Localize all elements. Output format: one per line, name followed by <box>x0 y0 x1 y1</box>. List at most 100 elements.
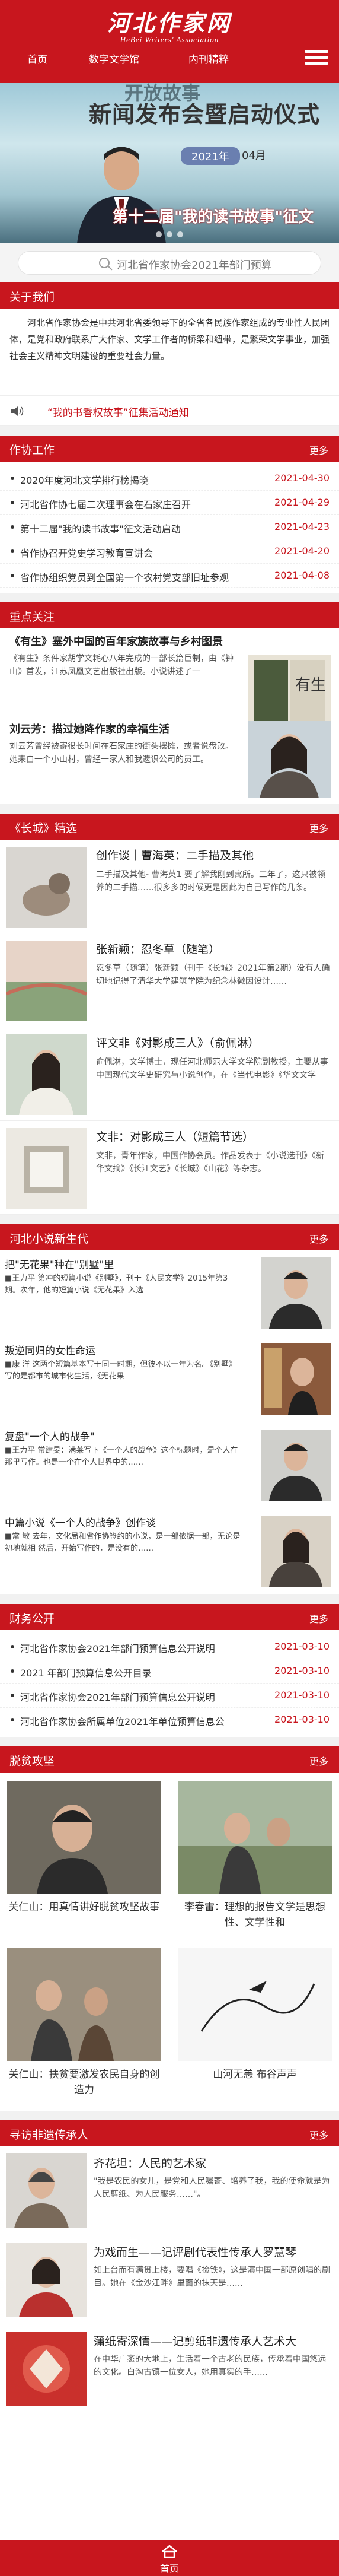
section-changcheng-header: 《长城》精选 更多 <box>0 814 339 840</box>
more-link[interactable]: 更多 <box>309 443 328 457</box>
section-title: 寻访非遗传承人 <box>9 2129 89 2142</box>
list-item[interactable]: 省作协召开党史学习教育宣讲会 2021-04-20 <box>0 539 339 564</box>
section-title: 作协工作 <box>9 444 55 457</box>
author-photo <box>261 1343 331 1415</box>
list-item-date: 2021-04-29 <box>274 497 330 508</box>
article-card[interactable]: 创作谈｜曹海英：二手描及其他 二手描及其他- 曹海英1 要了解我刚到寓所。三年了… <box>0 840 339 933</box>
article-image <box>7 1781 161 1894</box>
list-item[interactable]: 2020年度河北文学排行榜揭晓 2021-04-30 <box>0 466 339 491</box>
article-card[interactable]: 齐花坦：人民的艺术家 "我是农民的女儿，是党和人民嘱寄、培养了我，我的使命就是为… <box>0 2146 339 2235</box>
article-card[interactable]: 复盘"一个人的战争" ■王力平 常建旻：满莱写下《一个人的战争》这个标题时，是个… <box>0 1422 339 1508</box>
more-link[interactable]: 更多 <box>309 1611 328 1625</box>
section-about-header: 关于我们 <box>0 282 339 309</box>
list-item-date: 2021-04-08 <box>274 570 330 581</box>
grid-item[interactable]: 关仁山：扶贫要激发农民自身的创造力 <box>7 1948 161 2098</box>
section-title: 河北小说新生代 <box>9 1233 89 1246</box>
list-item[interactable]: 河北省作家协会所属单位2021年单位预算信息公 2021-03-10 <box>0 1708 339 1732</box>
more-link[interactable]: 更多 <box>309 1231 328 1246</box>
article-card[interactable]: 评文非《对影成三人》（俞佩淋） 俞佩淋，文学博士，现任河北师范大学文学院副教授，… <box>0 1027 339 1121</box>
top-header: 河北作家网 HeBei Writers' Association 首页 数字文学… <box>0 0 339 83</box>
article-card[interactable]: 叛逆同归的女性命运 ■康 洋 这两个短篇基本写于同一时期，但彼不以一年为名。《别… <box>0 1336 339 1422</box>
article-desc: 在中华广袤的大地上，生活着一个古老的民族，传承着中国悠远的文化。白沟古镇一位女人… <box>94 2355 326 2377</box>
article-image <box>7 1948 161 2061</box>
author-photo <box>261 1516 331 1587</box>
article-title: 复盘"一个人的战争" <box>5 1431 95 1443</box>
focus-title: 《有生》塞外中国的百年家族故事与乡村图景 <box>9 636 223 648</box>
list-item[interactable]: 省作协组织党员到全国第一个农村党支部旧址参观 2021-04-08 <box>0 564 339 588</box>
banner-caption: 第十二届"我的读书故事"征文 <box>113 208 314 226</box>
author-photo <box>248 721 331 798</box>
notice-bar[interactable]: “我的书香权故事”征集活动通知 <box>0 395 339 426</box>
section-title: 重点关注 <box>9 611 55 624</box>
focus-desc: 《有生》条件家胡学文耗心八年完成的一部长篇巨制，由《钟山》首发，江苏凤凰文艺出版… <box>9 654 234 676</box>
nav-item-home[interactable]: 首页 <box>27 51 47 66</box>
list-item-title: 河北省作家协会2021年部门预算信息公开说明 <box>20 1692 215 1703</box>
nav-item-journal[interactable]: 内刊精粹 <box>188 51 229 66</box>
grid-caption: 关仁山：扶贫要激发农民自身的创造力 <box>8 2069 160 2096</box>
list-item-title: 河北省作协七届二次理事会在石家庄召开 <box>20 499 191 510</box>
list-item-date: 2021-04-23 <box>274 521 330 532</box>
article-desc: ■康 洋 这两个短篇基本写于同一时期，但彼不以一年为名。《别墅》写的是都市的城市… <box>5 1360 237 1381</box>
list-item[interactable]: 河北省作家协会2021年部门预算信息公开说明 2021-03-10 <box>0 1684 339 1708</box>
article-image <box>6 2153 87 2228</box>
article-card[interactable]: 张新颖：忍冬草（随笔） 忍冬草（随笔）张新颖（刊于《长城》2021年第2期）没有… <box>0 933 339 1027</box>
focus-item[interactable]: 刘云芳：描过她降作家的幸福生活 刘云芳曾经被寄很长时间在石家庄的街头摆摊，或者说… <box>0 716 339 804</box>
list-item-title: 河北省作家协会所属单位2021年单位预算信息公 <box>20 1716 225 1727</box>
list-item[interactable]: 河北省作家协会2021年部门预算信息公开说明 2021-03-10 <box>0 1635 339 1659</box>
site-logo[interactable]: 河北作家网 HeBei Writers' Association <box>0 5 339 45</box>
grid-caption: 关仁山：用真情讲好脱贫攻坚故事 <box>8 1901 160 1913</box>
grid-item[interactable]: 关仁山：用真情讲好脱贫攻坚故事 <box>7 1781 161 1915</box>
focus-item[interactable]: 《有生》塞外中国的百年家族故事与乡村图景 《有生》条件家胡学文耗心八年完成的一部… <box>0 628 339 732</box>
article-image <box>6 2243 87 2317</box>
more-link[interactable]: 更多 <box>309 1754 328 1768</box>
svg-text:有生: 有生 <box>295 676 326 694</box>
section-work-header: 作协工作 更多 <box>0 436 339 462</box>
author-photo <box>261 1430 331 1501</box>
grid-item[interactable]: 李春雷：理想的报告文学是思想性、文学性和 <box>178 1781 332 1930</box>
article-desc: 如上台而有满贯上楼，要唱《捡铁》，这是演中国一部原创唱的剧目。她在《金沙江畔》里… <box>94 2266 330 2288</box>
article-title: 叛逆同归的女性命运 <box>5 1345 95 1357</box>
speaker-icon <box>11 406 24 416</box>
divider <box>0 426 339 436</box>
article-image <box>6 2332 87 2406</box>
list-item[interactable]: 第十二届"我的读书故事"征文活动启动 2021-04-23 <box>0 515 339 539</box>
article-desc: 忍冬草（随笔）张新颖（刊于《长城》2021年第2期）没有人确切地记得了清华大学建… <box>96 964 330 986</box>
article-title: 评文非《对影成三人》（俞佩淋） <box>96 1037 260 1050</box>
footer-home-bar[interactable]: 首页 <box>0 2540 339 2576</box>
article-title: 中篇小说《一个人的战争》创作谈 <box>5 1517 156 1529</box>
article-image <box>6 941 87 1021</box>
search-input[interactable]: 河北省作家协会2021年部门预算 <box>18 251 321 275</box>
article-card[interactable]: 为戏而生——记评剧代表性传承人罗慧琴 如上台而有满贯上楼，要唱《捡铁》，这是演中… <box>0 2235 339 2324</box>
article-card[interactable]: 把"无花果"种在"别墅"里 ■王力平 第冲的短篇小说《别墅》，刊于《人民文学》2… <box>0 1250 339 1336</box>
article-image <box>6 847 87 928</box>
more-link[interactable]: 更多 <box>309 2127 328 2142</box>
focus-desc: 刘云芳曾经被寄很长时间在石家庄的街头摆摊，或者说盘改。她来自一个小山村，曾经一家… <box>9 742 234 764</box>
newgen-list: 把"无花果"种在"别墅"里 ■王力平 第冲的短篇小说《别墅》，刊于《人民文学》2… <box>0 1250 339 1594</box>
article-title: 为戏而生——记评剧代表性传承人罗慧琴 <box>94 2246 297 2259</box>
search-bar: 河北省作家协会2021年部门预算 <box>0 243 339 282</box>
list-item-title: 河北省作家协会2021年部门预算信息公开说明 <box>20 1643 215 1654</box>
nav-item-digital-library[interactable]: 数字文学馆 <box>89 51 139 66</box>
article-image <box>6 1128 87 1209</box>
list-item[interactable]: 河北省作协七届二次理事会在石家庄召开 2021-04-29 <box>0 491 339 515</box>
article-card[interactable]: 蒲纸寄深情——记剪纸非遗传承人艺术大 在中华广袤的大地上，生活着一个古老的民族，… <box>0 2324 339 2413</box>
article-card[interactable]: 中篇小说《一个人的战争》创作谈 ■常 敏 去年，文化局和省作协签约的小说，是一部… <box>0 1508 339 1594</box>
grid-caption: 山河无恙 布谷声声 <box>213 2069 297 2081</box>
more-link[interactable]: 更多 <box>309 821 328 835</box>
banner-carousel[interactable]: 开放故事 新闻发布会暨启动仪式 2021年 04月 第十二届"我的读书故事"征文 <box>0 83 339 243</box>
banner-date-suffix: 04月 <box>242 150 266 162</box>
search-icon <box>99 258 110 268</box>
grid-item[interactable]: 山河无恙 布谷声声 <box>178 1948 332 2082</box>
changcheng-list: 创作谈｜曹海英：二手描及其他 二手描及其他- 曹海英1 要了解我刚到寓所。三年了… <box>0 840 339 1215</box>
article-image <box>178 1948 332 2061</box>
article-image <box>6 1034 87 1115</box>
author-photo <box>261 1257 331 1329</box>
about-text: 河北省作家协会是中共河北省委领导下的全省各民族作家组成的专业性人民团体，是党和政… <box>9 317 330 361</box>
article-card[interactable]: 文非：对影成三人（短篇节选） 文非，青年作家，中国作协会员。作品发表于《小说选刊… <box>0 1121 339 1215</box>
list-item-date: 2021-04-30 <box>274 472 330 484</box>
menu-icon[interactable] <box>305 50 328 69</box>
section-newgen-header: 河北小说新生代 更多 <box>0 1224 339 1250</box>
list-item[interactable]: 2021 年部门预算信息公开目录 2021-03-10 <box>0 1659 339 1684</box>
list-item-date: 2021-04-20 <box>274 545 330 557</box>
article-desc: 二手描及其他- 曹海英1 要了解我刚到寓所。三年了，这只被领养的二手描……很多多… <box>96 870 325 892</box>
